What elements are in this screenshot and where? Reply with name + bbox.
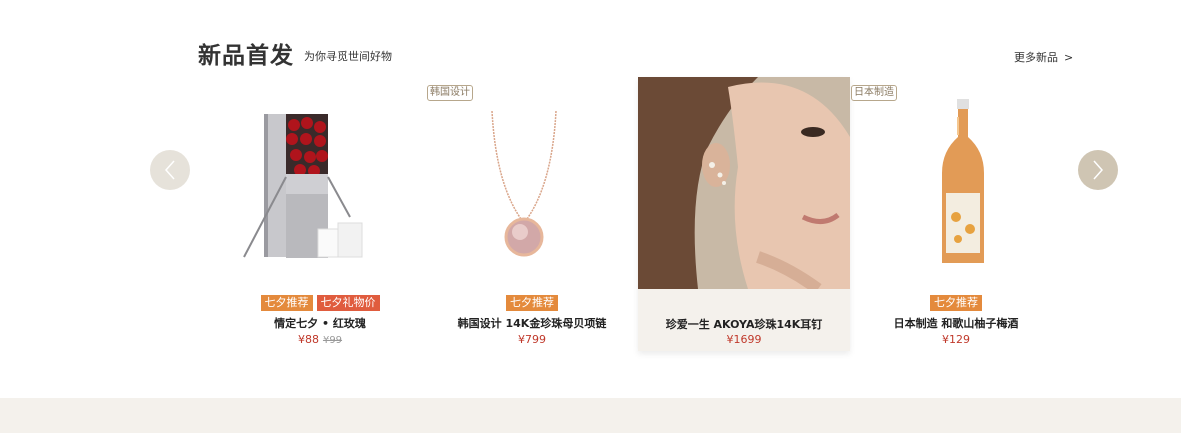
product-name[interactable]: 韩国设计 14K金珍珠母贝项链 [426, 315, 638, 331]
promo-tag: 七夕推荐 [506, 295, 558, 311]
promo-tags: 七夕推荐 七夕礼物价 [214, 295, 426, 311]
promo-tag: 七夕推荐 [260, 295, 313, 311]
new-arrivals-section: 新品首发 为你寻觅世间好物 更多新品 > 七夕推荐 七夕礼物价 情定七夕 • 红… [0, 0, 1181, 398]
more-link-label: 更多新品 [1014, 51, 1058, 64]
promo-tags: 七夕推荐 [426, 295, 638, 311]
product-image-rose-gift-box[interactable] [214, 77, 426, 289]
product-name[interactable]: 珍爱一生 AKOYA珍珠14K耳钉 [638, 316, 850, 332]
carousel-prev-button[interactable] [150, 150, 190, 190]
product-price: ¥1699 [726, 333, 762, 346]
chevron-left-icon [164, 160, 175, 180]
price-row: ¥1699 [638, 333, 850, 346]
product-card[interactable]: 韩国设计 七夕推荐 韩国设计 14K金珍珠母贝项链 ¥799 [426, 77, 638, 351]
section-title: 新品首发 [198, 43, 294, 69]
carousel-next-button[interactable] [1078, 150, 1118, 190]
product-card[interactable]: 七夕推荐 七夕礼物价 情定七夕 • 红玫瑰 ¥88 ¥99 [214, 77, 426, 351]
product-image-plum-wine-bottle[interactable] [850, 77, 1062, 289]
promo-tags: 七夕推荐 [850, 295, 1062, 311]
product-image-model-pearl-earring[interactable] [638, 77, 850, 294]
price-row: ¥129 [850, 333, 1062, 346]
product-name[interactable]: 日本制造 和歌山柚子梅酒 [850, 315, 1062, 331]
promo-tag: 七夕礼物价 [316, 295, 380, 311]
product-card[interactable]: 日本制造 七夕推荐 日本制造 和歌山柚子梅酒 ¥129 [850, 77, 1062, 351]
section-subtitle: 为你寻觅世间好物 [304, 50, 392, 63]
price-row: ¥88 ¥99 [214, 333, 426, 346]
product-price: ¥129 [942, 333, 970, 346]
original-price: ¥99 [322, 335, 343, 346]
chevron-right-small-icon: > [1064, 51, 1074, 64]
more-new-products-link[interactable]: 更多新品 > [1014, 49, 1073, 65]
promo-tag: 七夕推荐 [930, 295, 982, 311]
product-price: ¥88 [297, 333, 319, 346]
origin-badge: 韩国设计 [427, 85, 473, 101]
product-card-active[interactable]: 珍爱一生 AKOYA珍珠14K耳钉 ¥1699 [638, 77, 850, 351]
product-image-pink-pendant-necklace[interactable] [426, 77, 638, 289]
product-name[interactable]: 情定七夕 • 红玫瑰 [214, 315, 426, 331]
chevron-right-icon [1093, 160, 1104, 180]
price-row: ¥799 [426, 333, 638, 346]
origin-badge: 日本制造 [851, 85, 897, 101]
footer-band [0, 398, 1181, 433]
product-price: ¥799 [518, 333, 546, 346]
